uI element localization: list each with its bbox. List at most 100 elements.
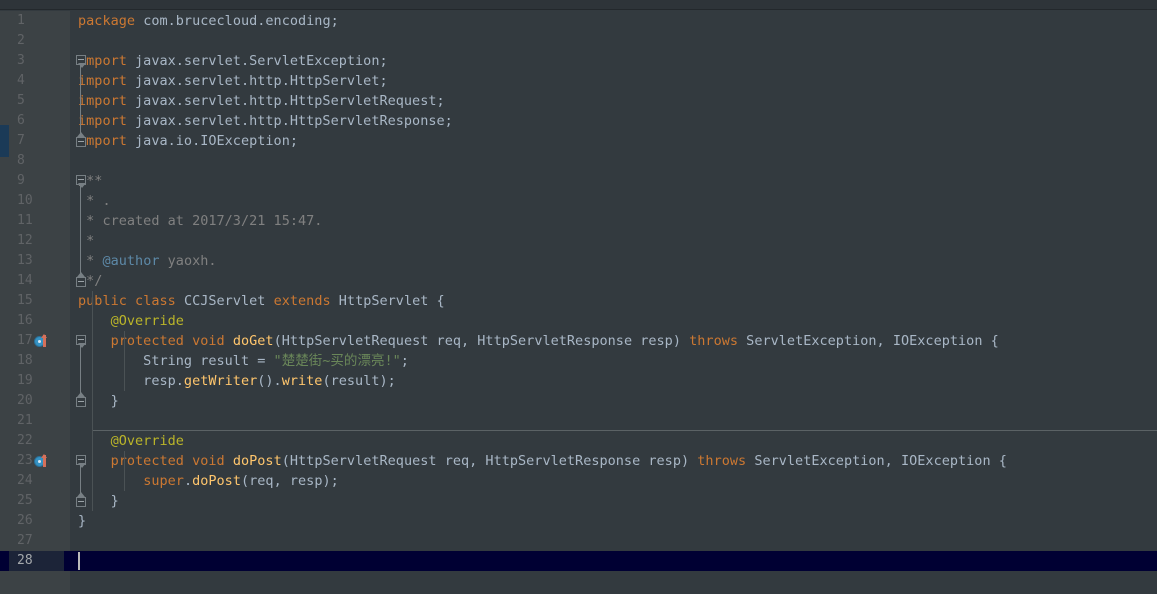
line-number[interactable]: 1 (9, 11, 64, 31)
fold-end-icon[interactable] (76, 492, 87, 507)
line-number[interactable]: 25 (9, 491, 64, 511)
code-line[interactable]: 28 (0, 551, 1157, 571)
line-number[interactable]: 10 (9, 191, 64, 211)
line-number[interactable]: 13 (9, 251, 64, 271)
code-line[interactable]: 9/** (0, 171, 1157, 191)
token-plain: ServletException, IOException { (738, 333, 999, 349)
code-line[interactable]: 14 */ (0, 271, 1157, 291)
code-line[interactable]: 6 import javax.servlet.http.HttpServletRe… (0, 111, 1157, 131)
line-number[interactable]: 2 (9, 31, 64, 51)
token-kw: extends (273, 293, 331, 309)
line-content[interactable]: import javax.servlet.http.HttpServletReq… (78, 91, 445, 111)
line-number[interactable]: 26 (9, 511, 64, 531)
line-number[interactable]: 3 (9, 51, 64, 71)
line-number[interactable]: 11 (9, 211, 64, 231)
line-content[interactable]: String result = "楚楚街~买的漂亮!"; (78, 351, 409, 371)
line-content[interactable]: import javax.servlet.ServletException; (78, 51, 388, 71)
code-line[interactable]: 3 import javax.servlet.ServletException; (0, 51, 1157, 71)
line-content[interactable]: @Override (78, 311, 184, 331)
line-content[interactable]: resp.getWriter().write(result); (78, 371, 396, 391)
line-number[interactable]: 9 (9, 171, 64, 191)
code-line[interactable]: 5 import javax.servlet.http.HttpServletRe… (0, 91, 1157, 111)
token-plain: . (183, 473, 193, 489)
line-content[interactable]: * @author yaoxh. (78, 251, 217, 271)
line-number[interactable]: 27 (9, 531, 64, 551)
line-content[interactable]: import java.io.IOException; (78, 131, 298, 151)
code-line[interactable]: 20 } (0, 391, 1157, 411)
fold-expand-icon[interactable] (76, 455, 87, 468)
token-plain: javax.servlet.http.HttpServletRequest; (126, 93, 445, 109)
line-content[interactable]: package com.brucecloud.encoding; (78, 11, 339, 31)
line-content[interactable]: } (78, 511, 86, 531)
line-number[interactable]: 6 (9, 111, 64, 131)
line-number[interactable]: 19 (9, 371, 64, 391)
code-line[interactable]: 22 @Override (0, 431, 1157, 451)
fold-minus-icon (78, 179, 84, 180)
code-line[interactable]: 12 * (0, 231, 1157, 251)
code-line[interactable]: 21 (0, 411, 1157, 431)
line-content[interactable]: protected void doPost(HttpServletRequest… (78, 451, 1007, 471)
line-content[interactable]: import javax.servlet.http.HttpServlet; (78, 71, 388, 91)
token-kw: void (192, 333, 225, 349)
code-line[interactable]: 25 } (0, 491, 1157, 511)
fold-minus-icon (78, 401, 84, 402)
code-line[interactable]: 23 protected void doPost(HttpServletRequ… (0, 451, 1157, 471)
code-line[interactable]: 1 package com.brucecloud.encoding; (0, 11, 1157, 31)
line-number[interactable]: 14 (9, 271, 64, 291)
fold-triangle-icon (77, 272, 85, 277)
overriding-method-icon[interactable] (34, 454, 48, 468)
code-line[interactable]: 27 (0, 531, 1157, 551)
line-number[interactable]: 18 (9, 351, 64, 371)
line-content[interactable]: @Override (78, 431, 184, 451)
overriding-method-icon[interactable] (34, 334, 48, 348)
code-line[interactable]: 4 import javax.servlet.http.HttpServlet; (0, 71, 1157, 91)
code-line[interactable]: 17 protected void doGet(HttpServletReque… (0, 331, 1157, 351)
code-line[interactable]: 10 * . (0, 191, 1157, 211)
line-number[interactable]: 20 (9, 391, 64, 411)
line-number[interactable]: 8 (9, 151, 64, 171)
line-content[interactable]: * created at 2017/3/21 15:47. (78, 211, 322, 231)
line-content[interactable]: super.doPost(req, resp); (78, 471, 339, 491)
line-content[interactable]: * . (78, 191, 111, 211)
code-line[interactable]: 15 public class CCJServlet extends HttpSe… (0, 291, 1157, 311)
code-line[interactable]: 2 (0, 31, 1157, 51)
code-line[interactable]: 8 (0, 151, 1157, 171)
token-kw: super (143, 473, 184, 489)
token-plain: com.brucecloud.encoding; (135, 13, 339, 29)
code-line[interactable]: 13 * @author yaoxh. (0, 251, 1157, 271)
fold-end-icon[interactable] (76, 132, 87, 147)
line-number[interactable]: 21 (9, 411, 64, 431)
token-plain: javax.servlet.ServletException; (126, 53, 388, 69)
line-number[interactable]: 4 (9, 71, 64, 91)
code-line[interactable]: 16 @Override (0, 311, 1157, 331)
fold-expand-icon[interactable] (76, 335, 87, 348)
line-content[interactable]: import javax.servlet.http.HttpServletRes… (78, 111, 453, 131)
line-number[interactable]: 15 (9, 291, 64, 311)
token-kw: public (78, 293, 127, 309)
code-line[interactable]: 18 String result = "楚楚街~买的漂亮!"; (0, 351, 1157, 371)
code-line[interactable]: 11 * created at 2017/3/21 15:47. (0, 211, 1157, 231)
line-number[interactable]: 24 (9, 471, 64, 491)
token-plain: } (78, 513, 87, 529)
fold-end-icon[interactable] (76, 272, 87, 287)
editor-top-strip (0, 0, 1157, 10)
line-number[interactable]: 28 (9, 551, 64, 571)
fold-expand-icon[interactable] (76, 55, 87, 68)
code-line[interactable]: 24 super.doPost(req, resp); (0, 471, 1157, 491)
fold-expand-icon[interactable] (76, 175, 87, 188)
code-line[interactable]: 26} (0, 511, 1157, 531)
line-content[interactable]: public class CCJServlet extends HttpServ… (78, 291, 445, 311)
line-content[interactable]: protected void doGet(HttpServletRequest … (78, 331, 999, 351)
line-number[interactable]: 12 (9, 231, 64, 251)
code-line[interactable]: 7 import java.io.IOException; (0, 131, 1157, 151)
line-number[interactable]: 16 (9, 311, 64, 331)
token-plain: ; (400, 353, 409, 369)
token-kw2: import (78, 113, 127, 129)
line-number[interactable]: 22 (9, 431, 64, 451)
fold-end-icon[interactable] (76, 392, 87, 407)
line-number[interactable]: 7 (9, 131, 64, 151)
line-number[interactable]: 5 (9, 91, 64, 111)
code-line[interactable]: 19 resp.getWriter().write(result); (0, 371, 1157, 391)
fold-minus-icon (78, 141, 84, 142)
